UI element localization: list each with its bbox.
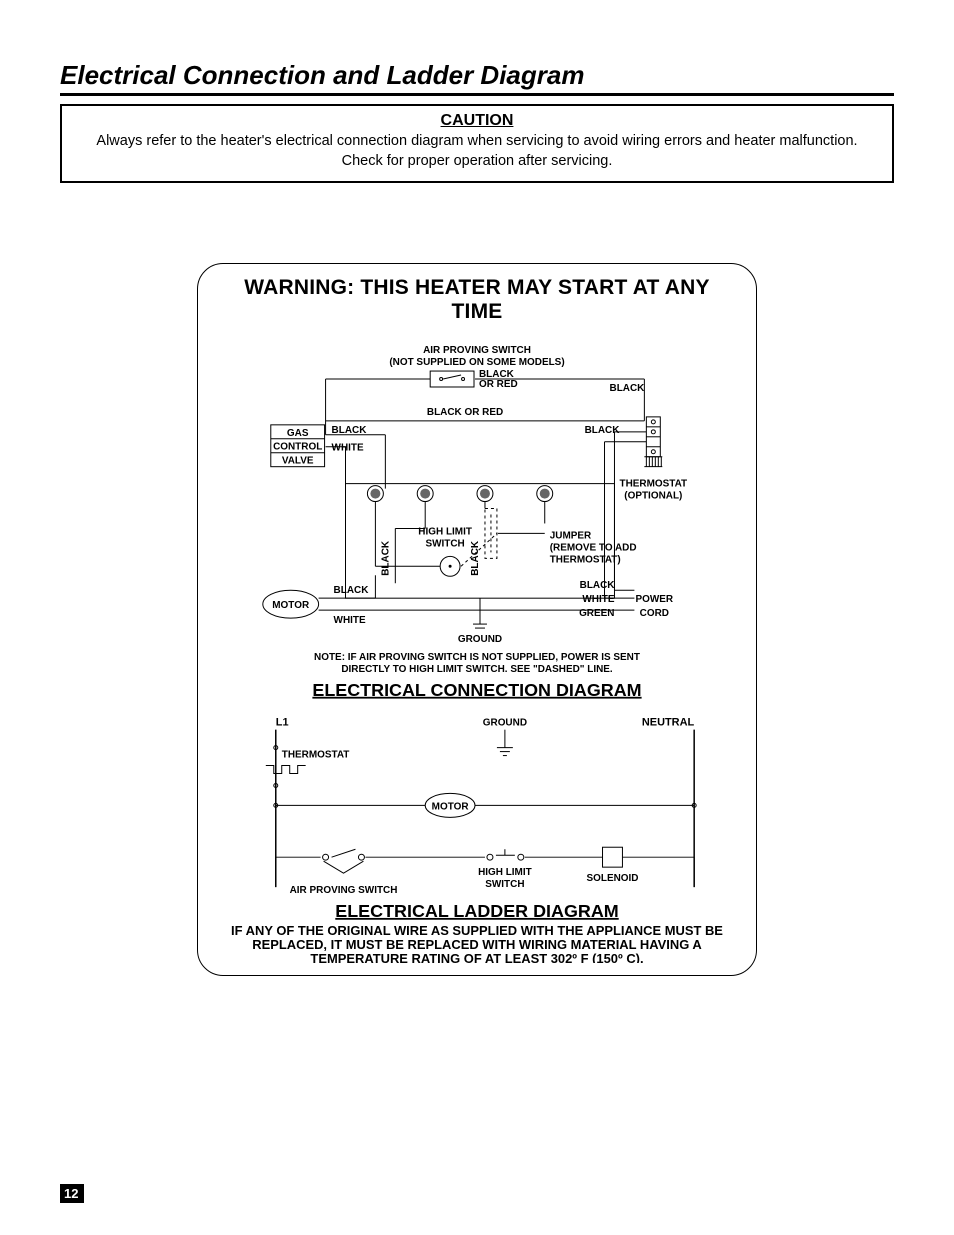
svg-text:(OPTIONAL): (OPTIONAL) — [624, 491, 682, 502]
label-or-red: OR RED — [479, 379, 518, 390]
svg-text:WHITE: WHITE — [334, 615, 366, 626]
air-proving-switch-symbol — [430, 371, 474, 387]
svg-text:CORD: CORD — [640, 608, 669, 619]
note-line1: NOTE: IF AIR PROVING SWITCH IS NOT SUPPL… — [314, 652, 640, 663]
svg-text:THERMOSTAT: THERMOSTAT — [620, 479, 688, 490]
svg-text:JUMPER: JUMPER — [550, 531, 591, 542]
section1-title: ELECTRICAL CONNECTION DIAGRAM — [312, 680, 641, 700]
svg-text:(REMOVE TO ADD: (REMOVE TO ADD — [550, 542, 637, 553]
diagram-container: WARNING: THIS HEATER MAY START AT ANY TI… — [197, 263, 757, 976]
air-proving-note: (NOT SUPPLIED ON SOME MODELS) — [389, 357, 564, 368]
svg-text:THERMOSTAT: THERMOSTAT — [282, 750, 350, 761]
label-black-r1: BLACK — [610, 383, 646, 394]
svg-text:WHITE: WHITE — [582, 594, 614, 605]
svg-text:BLACK: BLACK — [334, 585, 370, 596]
svg-text:VALVE: VALVE — [282, 456, 314, 467]
label-black-gcv1: BLACK — [332, 425, 368, 436]
svg-text:SWITCH: SWITCH — [485, 879, 524, 890]
svg-text:HIGH LIMIT: HIGH LIMIT — [478, 867, 532, 878]
svg-text:CONTROL: CONTROL — [273, 442, 322, 453]
section2-title: ELECTRICAL LADDER DIAGRAM — [335, 901, 618, 921]
svg-text:L1: L1 — [276, 717, 289, 729]
svg-text:SOLENOID: SOLENOID — [586, 873, 638, 884]
label-white-gcv: WHITE — [332, 443, 364, 454]
svg-text:THERMOSTAT): THERMOSTAT) — [550, 554, 621, 565]
svg-text:BLACK: BLACK — [380, 540, 391, 576]
svg-text:MOTOR: MOTOR — [432, 801, 469, 812]
page-number: 12 — [60, 1184, 84, 1203]
note-line2: DIRECTLY TO HIGH LIMIT SWITCH. SEE "DASH… — [341, 664, 613, 675]
svg-text:GROUND: GROUND — [483, 718, 527, 729]
wiring-diagram: AIR PROVING SWITCH (NOT SUPPLIED ON SOME… — [216, 328, 738, 963]
svg-text:POWER: POWER — [636, 594, 674, 605]
air-proving-label: AIR PROVING SWITCH — [423, 345, 531, 356]
svg-text:SWITCH: SWITCH — [425, 539, 464, 550]
grommets — [367, 486, 552, 502]
svg-text:MOTOR: MOTOR — [272, 600, 309, 611]
caution-text: Always refer to the heater's electrical … — [74, 132, 880, 171]
caution-title: CAUTION — [74, 112, 880, 130]
svg-text:HIGH LIMIT: HIGH LIMIT — [418, 527, 472, 538]
wire-note-3: TEMPERATURE RATING OF AT LEAST 302º F (1… — [310, 951, 643, 963]
caution-box: CAUTION Always refer to the heater's ele… — [60, 104, 894, 183]
svg-text:AIR PROVING SWITCH: AIR PROVING SWITCH — [290, 885, 398, 896]
svg-text:GAS: GAS — [287, 428, 309, 439]
page-title: Electrical Connection and Ladder Diagram — [60, 60, 894, 96]
svg-text:BLACK: BLACK — [580, 580, 616, 591]
warning-text: WARNING: THIS HEATER MAY START AT ANY TI… — [216, 276, 738, 324]
svg-text:BLACK: BLACK — [470, 540, 481, 576]
wire-note-1: IF ANY OF THE ORIGINAL WIRE AS SUPPLIED … — [231, 923, 723, 938]
svg-text:GROUND: GROUND — [458, 634, 502, 645]
wire-note-2: REPLACED, IT MUST BE REPLACED WITH WIRIN… — [252, 937, 701, 952]
svg-text:NEUTRAL: NEUTRAL — [642, 717, 695, 729]
thermostat-comb — [644, 457, 662, 467]
label-black-or-red: BLACK OR RED — [427, 407, 503, 418]
